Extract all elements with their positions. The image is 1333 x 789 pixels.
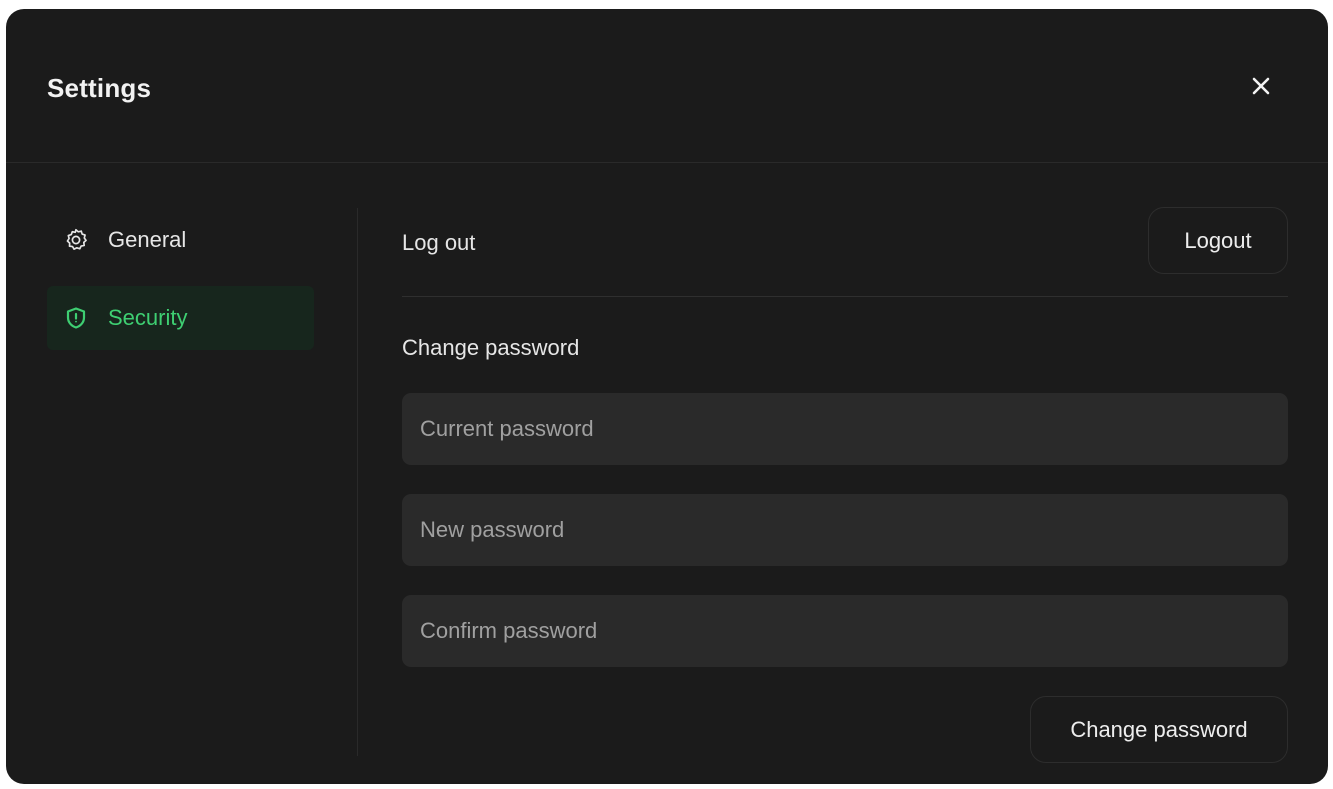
- settings-sidebar: General Security: [47, 208, 314, 364]
- sidebar-item-general[interactable]: General: [47, 208, 314, 272]
- current-password-field[interactable]: [402, 393, 1288, 465]
- shield-icon: [63, 305, 89, 331]
- logout-label: Log out: [402, 230, 476, 255]
- close-button[interactable]: [1246, 71, 1276, 101]
- security-panel: Log out Logout Change password Change pa…: [402, 207, 1288, 763]
- new-password-field[interactable]: [402, 494, 1288, 566]
- sidebar-item-label: Security: [108, 305, 188, 330]
- dialog-title: Settings: [47, 73, 152, 103]
- sidebar-item-security[interactable]: Security: [47, 286, 314, 350]
- change-password-title: Change password: [402, 335, 580, 360]
- sidebar-item-label: General: [108, 227, 187, 252]
- logout-button[interactable]: Logout: [1148, 207, 1288, 274]
- close-icon: [1252, 77, 1270, 95]
- change-password-button[interactable]: Change password: [1030, 696, 1288, 763]
- gear-icon: [63, 227, 89, 253]
- vertical-divider: [357, 208, 358, 756]
- confirm-password-field[interactable]: [402, 595, 1288, 667]
- dialog-header: Settings: [6, 9, 1328, 163]
- logout-row: Log out Logout: [402, 207, 1288, 297]
- settings-dialog: Settings General Security Log out Logout…: [6, 9, 1328, 784]
